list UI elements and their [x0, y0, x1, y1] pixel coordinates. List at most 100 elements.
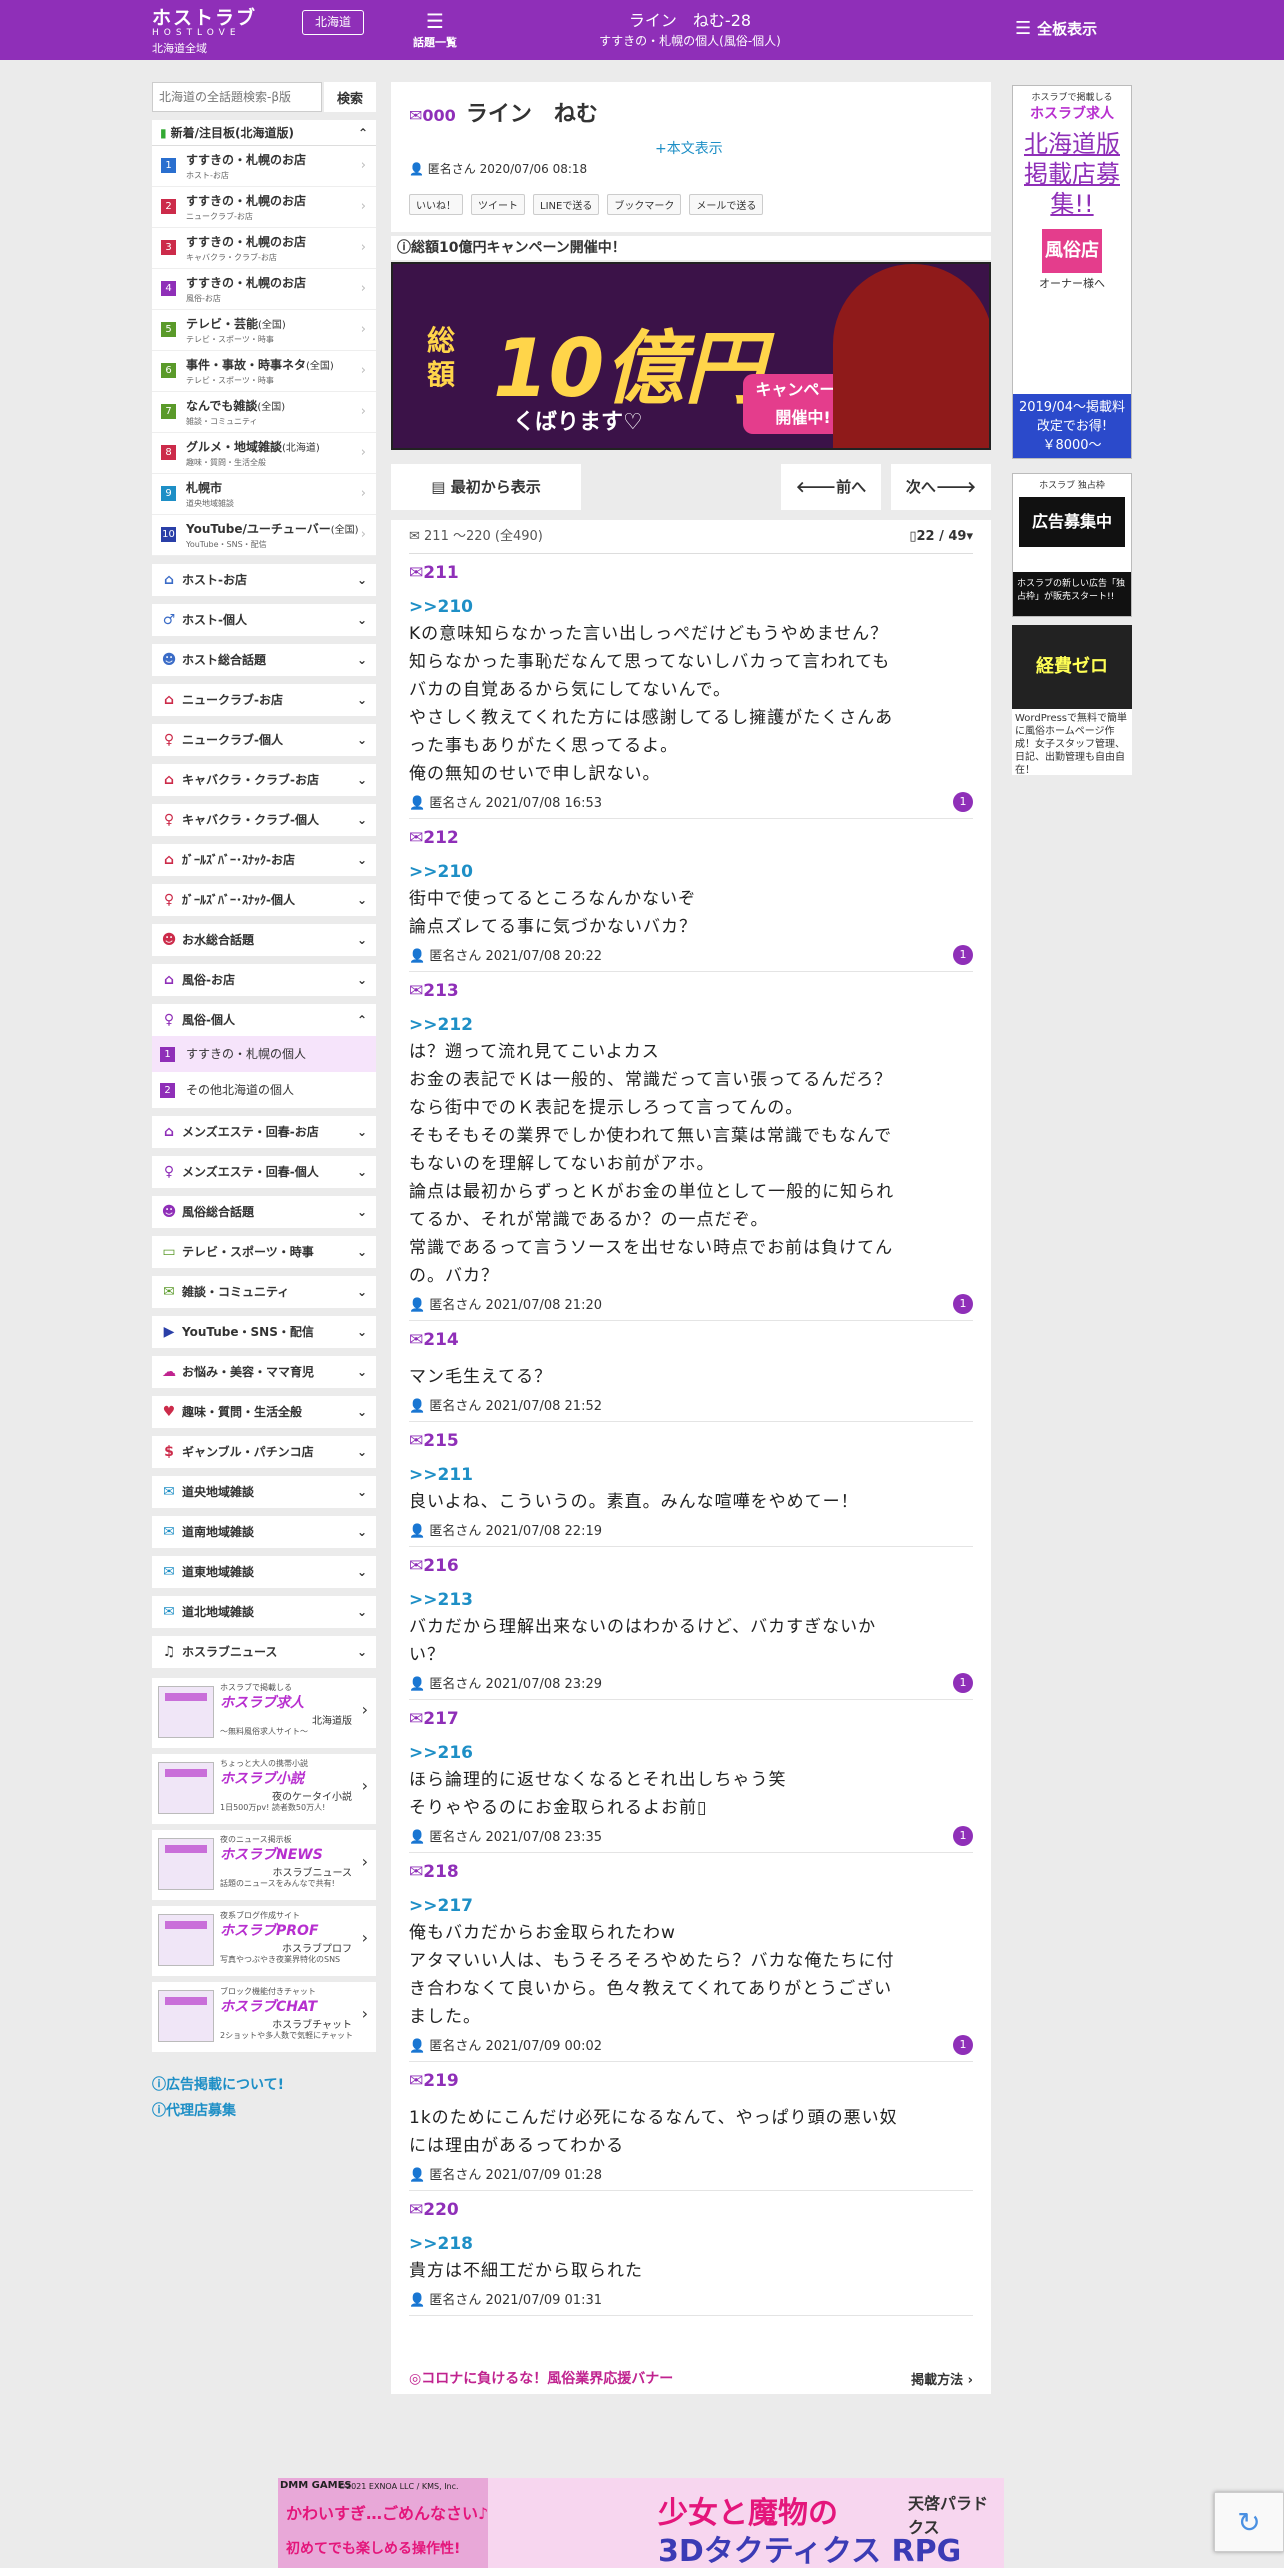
post-number-row[interactable]: ✉219 [409, 2068, 973, 2094]
new-board-item[interactable]: 7 なんでも雑談(全国) 雑談・コミュニティ › [152, 392, 376, 433]
post-number-row[interactable]: ✉220 [409, 2197, 973, 2223]
category-item[interactable]: $ ギャンブル・パチンコ店 ⌄ [152, 1436, 376, 1468]
category-item[interactable]: ☻ ホスト総合話題 ⌄ [152, 644, 376, 676]
subcategory-item[interactable]: 2 その他北海道の個人 [152, 1072, 376, 1108]
category-item[interactable]: ♥ 趣味・質問・生活全般 ⌄ [152, 1396, 376, 1428]
board-tag: (全国) [306, 361, 334, 372]
category-item[interactable]: ⌂ キャバクラ・クラブ-お店 ⌄ [152, 764, 376, 796]
page-selector[interactable]: ▯22 / 49▾ [909, 520, 973, 554]
tweet-button[interactable]: ツイート [471, 194, 525, 215]
campaign-banner[interactable]: 総額 10億円 くばります♡ キャンペーン 開催中! [391, 262, 991, 450]
reply-anchor-link[interactable]: >>211 [409, 1462, 973, 1488]
post-number-row[interactable]: ✉218 [409, 1859, 973, 1885]
banner-thumbnail [158, 1914, 214, 1966]
category-item[interactable]: ✉ 道東地域雑談 ⌄ [152, 1556, 376, 1588]
post-number-row[interactable]: ✉215 [409, 1428, 973, 1454]
new-board-item[interactable]: 8 グルメ・地域雑談(北海道) 趣味・質問・生活全般 › [152, 433, 376, 474]
topics-list-button[interactable]: ☰ 話題一覧 [405, 8, 465, 50]
show-body-link[interactable]: +本文表示 [655, 138, 723, 158]
category-item[interactable]: ♂ ホスト-個人 ⌄ [152, 604, 376, 636]
category-item[interactable]: ♀ ニュークラブ-個人 ⌄ [152, 724, 376, 756]
agency-link[interactable]: ⓘ代理店募集 [152, 2098, 376, 2124]
new-board-item[interactable]: 4 すすきの・札幌のお店 風俗-お店 › [152, 269, 376, 310]
next-button[interactable]: 次へ🡒 [891, 464, 991, 510]
category-item[interactable]: ⌂ ニュークラブ-お店 ⌄ [152, 684, 376, 716]
prev-button[interactable]: 🡐前へ [781, 464, 881, 510]
region-button[interactable]: 北海道 [302, 10, 364, 35]
service-banner[interactable]: ちょっと大人の携帯小説 ホスラブ小説 夜のケータイ小説 1日500万pv! 読者数50… [152, 1754, 376, 1824]
ad-info-link[interactable]: ⓘ広告掲載について! [152, 2072, 376, 2098]
search-input[interactable] [152, 82, 322, 112]
category-item[interactable]: ☻ お水総合話題 ⌄ [152, 924, 376, 956]
bookmark-button[interactable]: ブックマーク [607, 194, 682, 215]
new-board-item[interactable]: 6 事件・事故・時事ネタ(全国) テレビ・スポーツ・時事 › [152, 351, 376, 392]
reply-anchor-link[interactable]: >>216 [409, 1740, 973, 1766]
category-item[interactable]: ⌂ ｶﾞｰﾙｽﾞﾊﾞｰ･ｽﾅｯｸ-お店 ⌄ [152, 844, 376, 876]
new-board-item[interactable]: 2 すすきの・札幌のお店 ニュークラブ-お店 › [152, 187, 376, 228]
service-banner[interactable]: ブロック機能付きチャット ホスラブCHAT ホスラブチャット 2ショットや多人数で気軽… [152, 1982, 376, 2052]
reply-count-badge[interactable]: 1 [953, 945, 973, 965]
wordpress-ad[interactable]: 経費ゼロ WordPressで無料で簡単に風俗ホームページ作成！女子スタッフ管理… [1012, 625, 1132, 776]
category-item[interactable]: ✉ 道南地域雑談 ⌄ [152, 1516, 376, 1548]
new-boards-heading[interactable]: ▮ 新着/注目板(北海道版) ⌃ [152, 120, 376, 146]
reply-anchor-link[interactable]: >>218 [409, 2231, 973, 2257]
category-item[interactable]: ▭ テレビ・スポーツ・時事 ⌄ [152, 1236, 376, 1268]
campaign-amount: 10億円 [493, 322, 765, 415]
subcategory-item[interactable]: 1 すすきの・札幌の個人 [152, 1036, 376, 1072]
site-logo[interactable]: ホストラブ HOSTLOVE 北海道全域 [152, 8, 257, 57]
category-item[interactable]: ♀ 風俗-個人 ⌃ [152, 1004, 376, 1036]
category-item[interactable]: ⌂ 風俗-お店 ⌄ [152, 964, 376, 996]
reply-count-badge[interactable]: 1 [953, 1673, 973, 1693]
recruit-ad[interactable]: ホスラブで掲載しる ホスラブ求人 北海道版掲載店募集!! 風俗店 オーナー様へ … [1012, 85, 1132, 459]
category-item[interactable]: ♫ ホスラブニュース ⌄ [152, 1636, 376, 1668]
post-number-row[interactable]: ✉216 [409, 1553, 973, 1579]
reply-anchor-link[interactable]: >>217 [409, 1893, 973, 1919]
post-number-row[interactable]: ✉214 [409, 1327, 973, 1353]
reply-count-badge[interactable]: 1 [953, 1294, 973, 1314]
exclusive-ad[interactable]: ホスラブ 独占枠 広告募集中 ホスラブの新しい広告「独占枠」が販売スタート!! [1012, 473, 1132, 617]
category-item[interactable]: ♀ メンズエステ・回春-個人 ⌄ [152, 1156, 376, 1188]
new-board-item[interactable]: 10 YouTube/ユーチューバー(全国) YouTube・SNS・配信 › [152, 515, 376, 556]
post-number-row[interactable]: ✉213 [409, 978, 973, 1004]
category-item[interactable]: ⌂ メンズエステ・回春-お店 ⌄ [152, 1116, 376, 1148]
service-banner[interactable]: 夜系ブログ作成サイト ホスラブPROF ホスラブプロフ 写真やつぶやき夜業界特化のSN… [152, 1906, 376, 1976]
category-item[interactable]: ✉ 雑談・コミュニティ ⌄ [152, 1276, 376, 1308]
category-item[interactable]: ♀ キャバクラ・クラブ-個人 ⌄ [152, 804, 376, 836]
category-item[interactable]: ♀ ｶﾞｰﾙｽﾞﾊﾞｰ･ｽﾅｯｸ-個人 ⌄ [152, 884, 376, 916]
reply-anchor-link[interactable]: >>213 [409, 1587, 973, 1613]
reply-anchor-link[interactable]: >>210 [409, 594, 973, 620]
bottom-game-ad[interactable]: DMM GAMES ©2021 EXNOA LLC / KMS, Inc. かわ… [278, 2478, 1004, 2568]
new-board-item[interactable]: 5 テレビ・芸能(全国) テレビ・スポーツ・時事 › [152, 310, 376, 351]
recaptcha-icon[interactable]: ↻ [1214, 2492, 1284, 2552]
reply-anchor-link[interactable]: >>210 [409, 859, 973, 885]
facebook-like-button[interactable]: いいね！ [409, 194, 463, 215]
all-boards-label: 全板表示 [1037, 20, 1098, 38]
line-share-button[interactable]: LINEで送る [533, 194, 600, 215]
new-board-item[interactable]: 3 すすきの・札幌のお店 キャバクラ・クラブ-お店 › [152, 228, 376, 269]
category-item[interactable]: ☻ 風俗総合話題 ⌄ [152, 1196, 376, 1228]
search-button[interactable]: 検索 [324, 82, 376, 112]
new-board-item[interactable]: 1 すすきの・札幌のお店 ホスト-お店 › [152, 146, 376, 187]
category-item[interactable]: ☁ お悩み・美容・ママ育児 ⌄ [152, 1356, 376, 1388]
category-item[interactable]: ⌂ ホスト-お店 ⌄ [152, 564, 376, 596]
reply-count-badge[interactable]: 1 [953, 2035, 973, 2055]
mail-share-button[interactable]: メールで送る [689, 194, 764, 215]
post-number-row[interactable]: ✉217 [409, 1706, 973, 1732]
ad-line1: かわいすぎ…ごめんなさい♪ [286, 2504, 489, 2523]
service-banner[interactable]: 夜のニュース掲示板 ホスラブNEWS ホスラブニュース 話題のニュースをみんなで共有!… [152, 1830, 376, 1900]
service-banner[interactable]: ホスラブで掲載しる ホスラブ求人 北海道版 〜無料風俗求人サイト〜 › [152, 1678, 376, 1748]
listing-method-link[interactable]: 掲載方法 › [911, 2369, 973, 2388]
all-boards-button[interactable]: ☰ 全板表示 [1015, 18, 1097, 39]
category-item[interactable]: ✉ 道央地域雑談 ⌄ [152, 1476, 376, 1508]
post-number-row[interactable]: ✉212 [409, 825, 973, 851]
reply-count-badge[interactable]: 1 [953, 1826, 973, 1846]
post-number-row[interactable]: ✉211 [409, 560, 973, 586]
corona-banner-link[interactable]: ◎コロナに負けるな！風俗業界応援バナー [409, 2368, 673, 2388]
reply-count-badge[interactable]: 1 [953, 792, 973, 812]
category-item[interactable]: ▶ YouTube・SNS・配信 ⌄ [152, 1316, 376, 1348]
reply-anchor-link[interactable]: >>212 [409, 1012, 973, 1038]
new-board-item[interactable]: 9 札幌市 道央地域雑談 › [152, 474, 376, 515]
category-item[interactable]: ✉ 道北地域雑談 ⌄ [152, 1596, 376, 1628]
chevron-down-icon: ⌄ [356, 653, 367, 667]
show-from-first-button[interactable]: ▤ 最初から表示 [391, 464, 581, 510]
